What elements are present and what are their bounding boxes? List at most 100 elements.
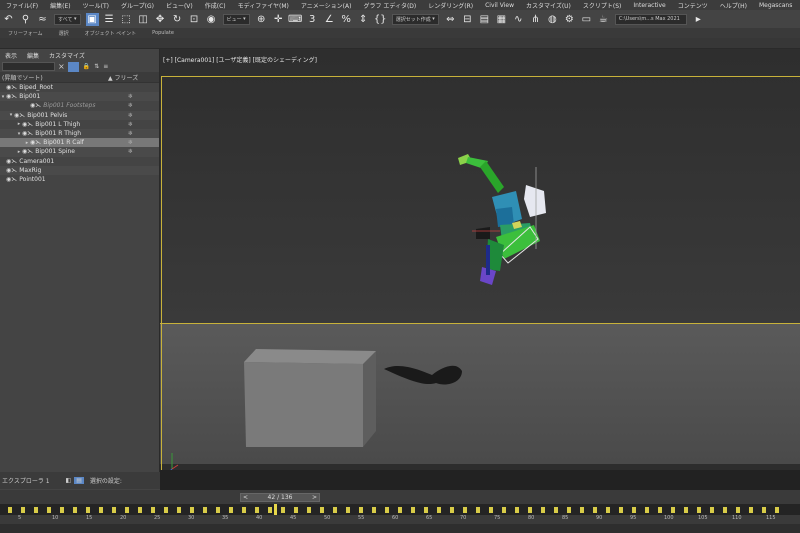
clear-search-icon[interactable]: × xyxy=(58,62,65,71)
explorer-search-input[interactable] xyxy=(2,62,55,71)
prev-frame-button[interactable]: < xyxy=(243,494,248,501)
keyframe-marker[interactable] xyxy=(8,507,12,513)
keyframe-marker[interactable] xyxy=(775,507,779,513)
mirror-icon[interactable]: ⇔ xyxy=(444,13,457,26)
keyframe-marker[interactable] xyxy=(255,507,259,513)
tree-row[interactable]: ▸ ◉⋋ Bip001 Spine ❄ xyxy=(0,147,159,157)
tree-row[interactable]: ◉⋋ Bip001 Footsteps ❄ xyxy=(0,101,159,110)
keyframe-marker[interactable] xyxy=(528,507,532,513)
visibility-icon[interactable]: ◉⋋ xyxy=(6,84,17,91)
camera-viewport[interactable]: [+] [Camera001] [ユーザ定義] [既定のシェーディング] xyxy=(160,49,800,490)
curve-editor-icon[interactable]: ∿ xyxy=(512,13,525,26)
keyframe-marker[interactable] xyxy=(281,507,285,513)
keyframe-marker[interactable] xyxy=(593,507,597,513)
menu-item[interactable]: ツール(T) xyxy=(77,1,115,10)
keyframe-marker[interactable] xyxy=(684,507,688,513)
keyframe-marker[interactable] xyxy=(177,507,181,513)
place-icon[interactable]: ◉ xyxy=(205,13,218,26)
keyframe-marker[interactable] xyxy=(424,507,428,513)
keyframe-marker[interactable] xyxy=(190,507,194,513)
keyframe-marker[interactable] xyxy=(138,507,142,513)
freeze-icon[interactable]: ❄ xyxy=(128,102,133,109)
keyframe-marker[interactable] xyxy=(723,507,727,513)
visibility-icon[interactable]: ◉⋋ xyxy=(6,93,17,100)
keyframe-marker[interactable] xyxy=(346,507,350,513)
rect-selection-icon[interactable]: ⬚ xyxy=(120,13,133,26)
keyframe-marker[interactable] xyxy=(710,507,714,513)
named-selection-dropdown[interactable]: 選択セット作成 ▾ xyxy=(391,13,439,25)
keyframe-marker[interactable] xyxy=(307,507,311,513)
menu-item[interactable]: ファイル(F) xyxy=(0,1,44,10)
keyframe-marker[interactable] xyxy=(359,507,363,513)
keyframe-marker[interactable] xyxy=(112,507,116,513)
visibility-icon[interactable]: ◉⋋ xyxy=(14,112,25,119)
freeze-icon[interactable]: ❄ xyxy=(128,121,133,128)
menu-item[interactable]: ビュー(V) xyxy=(160,1,199,10)
visibility-icon[interactable]: ◉⋋ xyxy=(30,139,41,146)
keyframe-marker[interactable] xyxy=(632,507,636,513)
freeze-icon[interactable]: ❄ xyxy=(128,112,133,119)
visibility-icon[interactable]: ◉⋋ xyxy=(6,167,17,174)
tree-row[interactable]: ◉⋋ Biped_Root xyxy=(0,83,159,92)
visibility-icon[interactable]: ◉⋋ xyxy=(22,121,33,128)
menu-item[interactable]: スクリプト(S) xyxy=(577,1,628,10)
keyframe-marker[interactable] xyxy=(411,507,415,513)
keyframe-marker[interactable] xyxy=(697,507,701,513)
explorer-name[interactable]: エクスプローラ 1 xyxy=(0,476,50,485)
keyframe-marker[interactable] xyxy=(86,507,90,513)
rotate-icon[interactable]: ↻ xyxy=(171,13,184,26)
tree-row[interactable]: ◉⋋ Point001 xyxy=(0,175,159,184)
select-by-name-icon[interactable]: ☰ xyxy=(103,13,116,26)
project-path-field[interactable]: C:\Users\m...s Max 2021 xyxy=(614,13,687,25)
tree-row[interactable]: ◉⋋ Camera001 xyxy=(0,157,159,166)
freeze-icon[interactable]: ❄ xyxy=(128,130,133,137)
menu-item[interactable]: グループ(G) xyxy=(115,1,160,10)
keyframe-marker[interactable] xyxy=(450,507,454,513)
tree-row[interactable]: ▸ ◉⋋ Bip001 L Thigh ❄ xyxy=(0,120,159,129)
ribbon-tab[interactable]: Populate xyxy=(144,30,182,36)
keyframe-marker[interactable] xyxy=(229,507,233,513)
keyframe-marker[interactable] xyxy=(645,507,649,513)
keyframe-marker[interactable] xyxy=(671,507,675,513)
keyframe-marker[interactable] xyxy=(47,507,51,513)
menu-item[interactable]: アニメーション(A) xyxy=(295,1,358,10)
column-freeze-header[interactable]: ▲ フリーズ xyxy=(108,73,138,82)
freeze-icon[interactable]: ❄ xyxy=(128,93,133,100)
next-frame-button[interactable]: > xyxy=(312,494,317,501)
select-manipulate-icon[interactable]: ✛ xyxy=(272,13,285,26)
keyframe-marker[interactable] xyxy=(762,507,766,513)
keyframe-marker[interactable] xyxy=(489,507,493,513)
keyframe-marker[interactable] xyxy=(268,507,272,513)
tree-row[interactable]: ◉⋋ MaxRig xyxy=(0,165,159,175)
keyframe-marker[interactable] xyxy=(476,507,480,513)
explorer-menu-item[interactable]: 表示 xyxy=(0,51,22,60)
menu-item[interactable]: Megascans xyxy=(753,2,798,9)
menu-item[interactable]: 編集(E) xyxy=(44,1,76,10)
freeze-icon[interactable]: ❄ xyxy=(128,148,133,155)
keyframe-marker[interactable] xyxy=(658,507,662,513)
menu-item[interactable]: グラフ エディタ(D) xyxy=(357,1,422,10)
time-cursor[interactable] xyxy=(274,504,277,515)
menu-item[interactable]: カスタマイズ(U) xyxy=(520,1,577,10)
bind-icon[interactable]: ≈ xyxy=(36,13,49,26)
tree-row[interactable]: ▾ ◉⋋ Bip001 Pelvis ❄ xyxy=(0,110,159,120)
move-icon[interactable]: ✥ xyxy=(154,13,167,26)
menu-item[interactable]: Civil View xyxy=(479,2,520,9)
explorer-menu-item[interactable]: カスタマイズ xyxy=(44,51,90,60)
keyframe-track[interactable] xyxy=(0,504,800,515)
reference-coordinate-dropdown[interactable]: ビュー ▾ xyxy=(222,13,250,25)
menu-item[interactable]: モディファイヤ(M) xyxy=(232,1,295,10)
keyframe-marker[interactable] xyxy=(216,507,220,513)
menu-item[interactable]: 作成(C) xyxy=(199,1,232,10)
layers-icon[interactable]: ◧ xyxy=(64,477,72,484)
keyframe-marker[interactable] xyxy=(502,507,506,513)
visibility-icon[interactable]: ◉⋋ xyxy=(30,102,41,109)
render-icon[interactable]: ☕ xyxy=(597,13,610,26)
percent-snap-icon[interactable]: % xyxy=(340,13,353,26)
keyframe-marker[interactable] xyxy=(541,507,545,513)
freeze-icon[interactable]: ❄ xyxy=(128,139,133,146)
visibility-icon[interactable]: ◉⋋ xyxy=(22,148,33,155)
sync-selection-icon[interactable]: ⇅ xyxy=(94,63,99,70)
keyframe-marker[interactable] xyxy=(580,507,584,513)
keyframe-marker[interactable] xyxy=(99,507,103,513)
